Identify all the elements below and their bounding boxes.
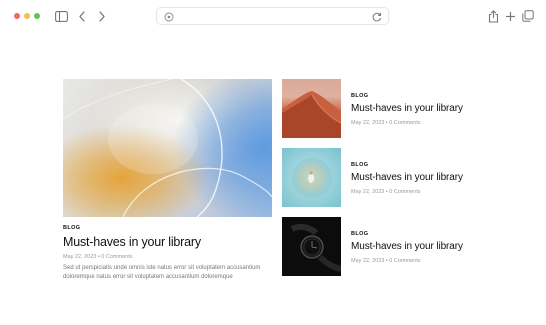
post-title[interactable]: Must-haves in your library	[351, 103, 481, 114]
featured-post[interactable]: BLOG Must-haves in your library May 22, …	[63, 79, 272, 282]
post-thumbnail[interactable]	[282, 217, 341, 276]
post-title[interactable]: Must-haves in your library	[63, 235, 272, 249]
post-title[interactable]: Must-haves in your library	[351, 172, 481, 183]
sidebar-toggle-icon[interactable]	[54, 9, 68, 23]
back-icon[interactable]	[75, 9, 89, 23]
featured-post-image[interactable]	[63, 79, 272, 217]
post-title[interactable]: Must-haves in your library	[351, 241, 481, 252]
new-tab-icon[interactable]	[503, 9, 517, 23]
post-thumbnail[interactable]	[282, 79, 341, 138]
post-meta: May 22, 2023 • 0 Comments	[351, 258, 421, 264]
browser-toolbar	[0, 0, 546, 34]
post-category[interactable]: BLOG	[351, 93, 481, 99]
post-meta: May 22, 2023 • 0 Comments	[351, 189, 421, 195]
site-info-icon[interactable]	[163, 10, 175, 22]
address-bar[interactable]	[156, 7, 389, 25]
post-category[interactable]: BLOG	[351, 231, 481, 237]
post-thumbnail[interactable]	[282, 148, 341, 207]
post-card[interactable]: BLOG Must-haves in your library May 22, …	[282, 79, 472, 139]
post-card[interactable]: BLOG Must-haves in your library May 22, …	[282, 148, 472, 208]
post-category[interactable]: BLOG	[351, 162, 481, 168]
minimize-window-button[interactable]	[24, 13, 30, 19]
url-input[interactable]	[179, 9, 369, 23]
zoom-window-button[interactable]	[34, 13, 40, 19]
tab-overview-icon[interactable]	[521, 9, 535, 23]
post-excerpt: Sed ut perspiciatis unde omnis iste natu…	[63, 265, 261, 280]
post-category[interactable]: BLOG	[63, 225, 272, 231]
close-window-button[interactable]	[14, 13, 20, 19]
post-meta: May 22, 2023 • 0 Comments	[351, 120, 421, 126]
post-card[interactable]: BLOG Must-haves in your library May 22, …	[282, 217, 472, 277]
post-meta: May 22, 2023 • 0 Comments	[63, 254, 133, 260]
forward-icon[interactable]	[95, 9, 109, 23]
reload-icon[interactable]	[371, 10, 383, 22]
share-icon[interactable]	[486, 9, 500, 23]
